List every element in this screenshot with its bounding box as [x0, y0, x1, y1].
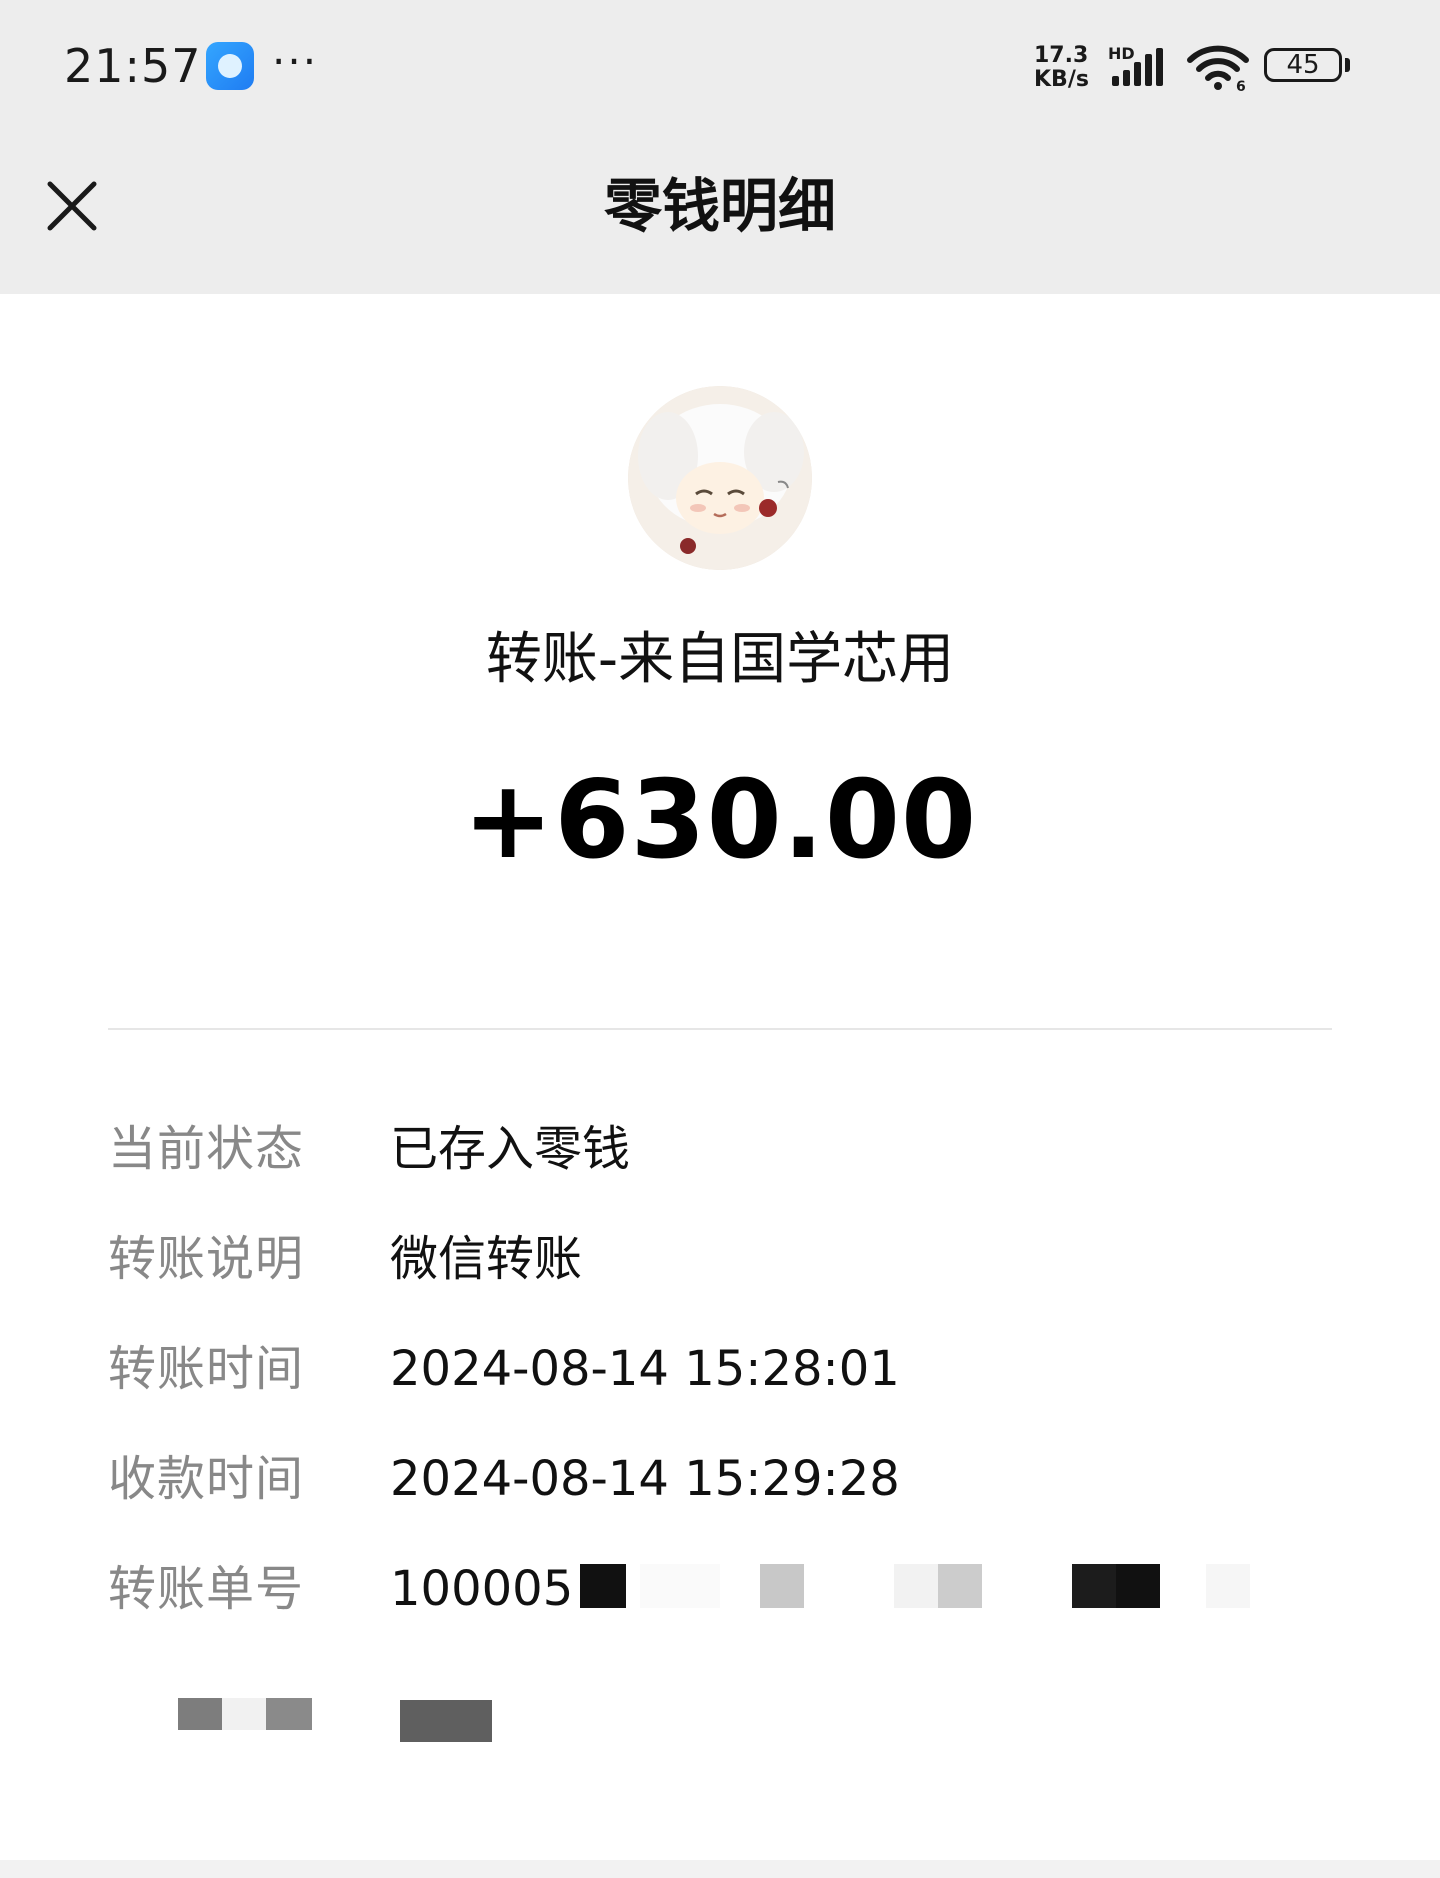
- battery-icon: 45: [1264, 48, 1354, 86]
- detail-label: 收款时间: [108, 1451, 305, 1507]
- transfer-id-value[interactable]: 100005: [390, 1552, 573, 1626]
- transfer-title: 转账-来自国学芯用: [485, 627, 955, 692]
- status-time: 21:57: [64, 39, 202, 93]
- detail-label: 转账说明: [108, 1231, 305, 1287]
- wifi-standard-label: 6: [1236, 79, 1246, 92]
- detail-row-description: 转账说明 微信转账: [108, 1222, 1332, 1332]
- more-notifications-icon: ···: [272, 37, 319, 86]
- avatar[interactable]: [628, 386, 812, 570]
- transfer-amount: +630.00: [462, 758, 978, 883]
- avatar-illustration: [628, 386, 812, 570]
- network-speed-unit: KB/s: [1034, 67, 1089, 92]
- detail-row-status: 当前状态 已存入零钱: [108, 1112, 1332, 1222]
- detail-label: 转账单号: [108, 1561, 305, 1617]
- network-speed-value: 17.3: [1034, 43, 1089, 68]
- wifi-icon: 6: [1187, 45, 1249, 92]
- detail-value: 2024-08-14 15:28:01: [390, 1341, 900, 1397]
- detail-value: 已存入零钱: [390, 1121, 631, 1177]
- bottom-band: [0, 1860, 1440, 1878]
- detail-label: 当前状态: [108, 1121, 305, 1177]
- detail-value: 2024-08-14 15:29:28: [390, 1451, 900, 1507]
- divider: [108, 1028, 1332, 1030]
- battery-level: 45: [1264, 48, 1342, 82]
- detail-row-transfer-time: 转账时间 2024-08-14 15:28:01: [108, 1332, 1332, 1442]
- detail-value: 微信转账: [390, 1231, 583, 1287]
- page-title: 零钱明细: [603, 172, 836, 240]
- signal-icon: [1112, 48, 1163, 86]
- network-speed: 17.3 KB/s: [1034, 44, 1100, 92]
- close-icon[interactable]: [42, 176, 102, 236]
- detail-label: 转账时间: [108, 1341, 305, 1397]
- app-notification-icon: [206, 42, 254, 90]
- detail-row-receive-time: 收款时间 2024-08-14 15:29:28: [108, 1442, 1332, 1552]
